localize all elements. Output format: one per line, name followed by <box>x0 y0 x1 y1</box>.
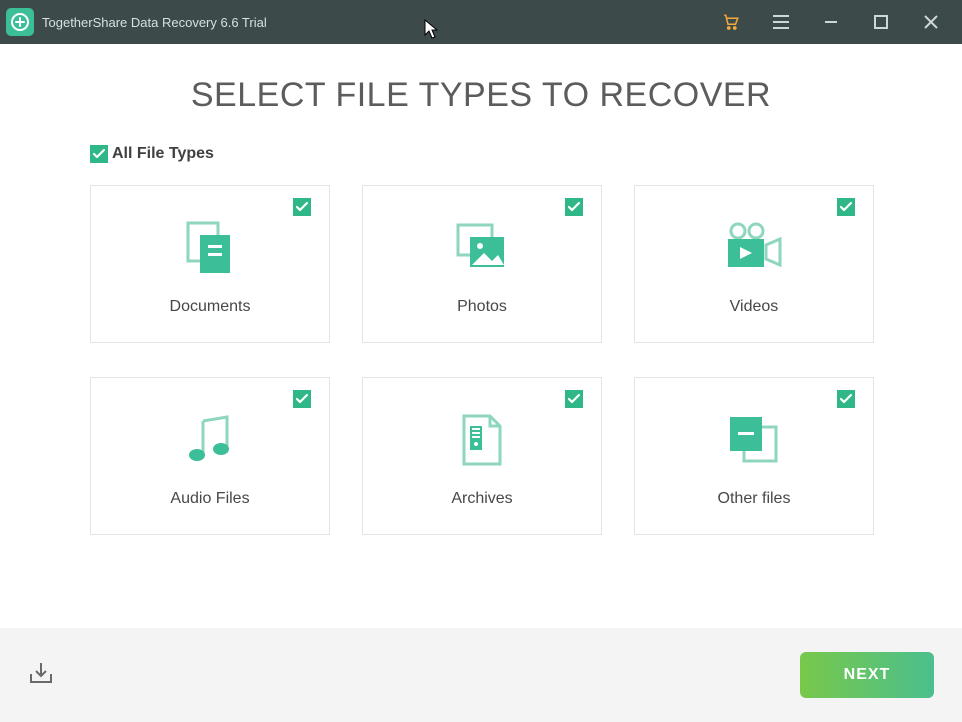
archives-icon <box>460 408 504 472</box>
photos-icon <box>452 216 512 280</box>
select-all-label: All File Types <box>112 145 214 163</box>
card-audio-label: Audio Files <box>170 490 249 508</box>
import-button[interactable] <box>28 660 54 691</box>
card-photos-checkbox[interactable] <box>565 198 583 216</box>
content-area: SELECT FILE TYPES TO RECOVER All File Ty… <box>0 44 962 628</box>
minimize-button[interactable] <box>806 0 856 44</box>
titlebar[interactable]: TogetherShare Data Recovery 6.6 Trial <box>0 0 962 44</box>
videos-icon <box>722 216 786 280</box>
close-button[interactable] <box>906 0 956 44</box>
select-all-row[interactable]: All File Types <box>0 145 962 163</box>
footer: NEXT <box>0 628 962 722</box>
app-logo-icon <box>6 8 34 36</box>
card-documents[interactable]: Documents <box>90 185 330 343</box>
card-videos-checkbox[interactable] <box>837 198 855 216</box>
menu-button[interactable] <box>756 0 806 44</box>
card-photos-label: Photos <box>457 298 507 316</box>
card-archives-label: Archives <box>451 490 512 508</box>
titlebar-drag-area[interactable] <box>267 0 706 44</box>
cart-button[interactable] <box>706 0 756 44</box>
card-audio[interactable]: Audio Files <box>90 377 330 535</box>
card-documents-checkbox[interactable] <box>293 198 311 216</box>
audio-icon <box>183 408 237 472</box>
maximize-button[interactable] <box>856 0 906 44</box>
card-other-checkbox[interactable] <box>837 390 855 408</box>
card-audio-checkbox[interactable] <box>293 390 311 408</box>
card-other[interactable]: Other files <box>634 377 874 535</box>
card-archives-checkbox[interactable] <box>565 390 583 408</box>
card-photos[interactable]: Photos <box>362 185 602 343</box>
card-documents-label: Documents <box>170 298 251 316</box>
documents-icon <box>180 216 240 280</box>
card-archives[interactable]: Archives <box>362 377 602 535</box>
file-type-grid: Documents Photos <box>0 185 962 535</box>
other-icon <box>724 408 784 472</box>
card-videos-label: Videos <box>730 298 779 316</box>
card-other-label: Other files <box>718 490 791 508</box>
page-heading: SELECT FILE TYPES TO RECOVER <box>0 76 962 115</box>
next-button[interactable]: NEXT <box>800 652 934 698</box>
select-all-checkbox[interactable] <box>90 145 108 163</box>
app-window: TogetherShare Data Recovery 6.6 Trial <box>0 0 962 722</box>
app-title: TogetherShare Data Recovery 6.6 Trial <box>42 15 267 30</box>
card-videos[interactable]: Videos <box>634 185 874 343</box>
